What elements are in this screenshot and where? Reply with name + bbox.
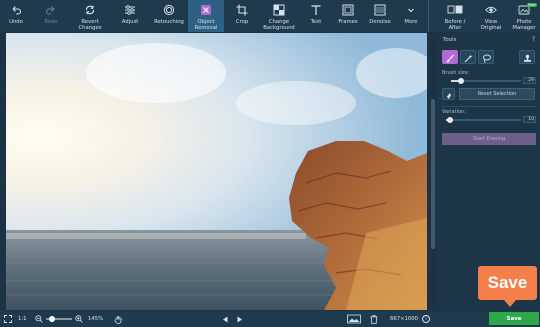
panel-divider [442, 106, 536, 107]
next-image-icon[interactable] [236, 311, 243, 327]
variation-slider[interactable] [446, 117, 521, 123]
change-background-icon [273, 3, 285, 17]
denoise-icon [374, 3, 386, 17]
text-button[interactable]: Text [298, 0, 334, 32]
zoom-slider-knob[interactable] [49, 316, 55, 322]
undo-button[interactable]: Undo [0, 0, 32, 32]
variation-label: Variation: [442, 109, 466, 115]
adjust-icon [124, 3, 136, 17]
reset-selection-button[interactable]: Reset Selection [459, 88, 535, 100]
image-dimensions: 667×1000 [390, 316, 419, 322]
image-canvas[interactable] [6, 33, 427, 310]
stamp-tool-button[interactable] [519, 50, 535, 64]
crop-button[interactable]: Crop [224, 0, 260, 32]
magic-wand-icon [464, 48, 473, 67]
text-icon [310, 3, 322, 17]
frames-icon [342, 3, 354, 17]
eraser-mode-button[interactable] [442, 88, 455, 100]
retouching-button[interactable]: Retouching [150, 0, 188, 32]
bottom-bar: 1:1 145% 667×1000 i [0, 311, 540, 327]
crop-icon [236, 3, 248, 17]
frames-button[interactable]: Frames [334, 0, 362, 32]
photo-editor-window: Undo Redo Revert Changes Adjust Retouchi… [0, 0, 540, 327]
previous-image-icon[interactable] [222, 311, 229, 327]
redo-button[interactable]: Redo [32, 0, 70, 32]
photo-preview [6, 33, 427, 310]
zoom-slider[interactable] [46, 316, 72, 322]
top-toolbar: Undo Redo Revert Changes Adjust Retouchi… [0, 0, 540, 32]
variation-value[interactable]: 10 [523, 116, 536, 123]
new-badge: New [527, 3, 537, 7]
redo-icon [45, 3, 57, 17]
brush-size-knob[interactable] [457, 78, 464, 84]
brush-size-value[interactable]: 29 [523, 77, 536, 84]
delete-icon[interactable] [370, 311, 378, 327]
save-callout-text: Save [487, 273, 528, 292]
fit-to-screen-icon[interactable] [4, 311, 12, 327]
brush-icon [446, 48, 455, 67]
chevron-down-icon [406, 3, 416, 17]
hand-tool-icon[interactable] [114, 311, 123, 327]
zoom-out-icon[interactable] [35, 311, 43, 327]
before-after-icon [447, 3, 463, 17]
lasso-icon [482, 48, 491, 67]
view-original-button[interactable]: View Original [474, 0, 508, 32]
revert-icon [84, 3, 96, 17]
stamp-icon [523, 48, 532, 67]
adjust-button[interactable]: Adjust [110, 0, 150, 32]
info-icon[interactable]: i [422, 315, 430, 323]
object-removal-icon [200, 3, 212, 17]
zoom-level: 145% [88, 316, 104, 322]
toolbar-divider [428, 0, 429, 32]
scrollbar-thumb[interactable] [431, 99, 435, 249]
object-removal-button[interactable]: Object Removal [188, 0, 224, 32]
retouching-icon [163, 3, 175, 17]
variation-knob[interactable] [446, 117, 453, 123]
change-background-button[interactable]: Change Background [260, 0, 298, 32]
brush-size-label: Brush size: [442, 70, 470, 76]
zoom-in-icon[interactable] [75, 311, 83, 327]
undo-icon [10, 3, 22, 17]
lasso-tool-button[interactable] [478, 50, 494, 64]
magic-wand-tool-button[interactable] [460, 50, 476, 64]
more-button[interactable]: More [398, 0, 424, 32]
help-icon[interactable]: ? [532, 36, 535, 43]
revert-changes-button[interactable]: Revert Changes [70, 0, 110, 32]
eye-icon [485, 3, 497, 17]
eraser-icon [445, 85, 453, 104]
vertical-scrollbar[interactable] [429, 33, 437, 310]
before-after-button[interactable]: Before / After [436, 0, 474, 32]
panel-title: Tools [443, 37, 457, 43]
start-erasing-button[interactable]: Start Erasing [442, 133, 536, 145]
save-button[interactable]: Save [489, 312, 539, 325]
save-callout-tail [504, 300, 516, 307]
denoise-button[interactable]: Denoise [362, 0, 398, 32]
save-callout: Save [478, 266, 537, 307]
image-thumbnail-icon[interactable] [347, 311, 361, 327]
actual-size-button[interactable]: 1:1 [18, 311, 27, 327]
brush-tool-button[interactable] [442, 50, 458, 64]
brush-size-slider[interactable] [451, 78, 521, 84]
